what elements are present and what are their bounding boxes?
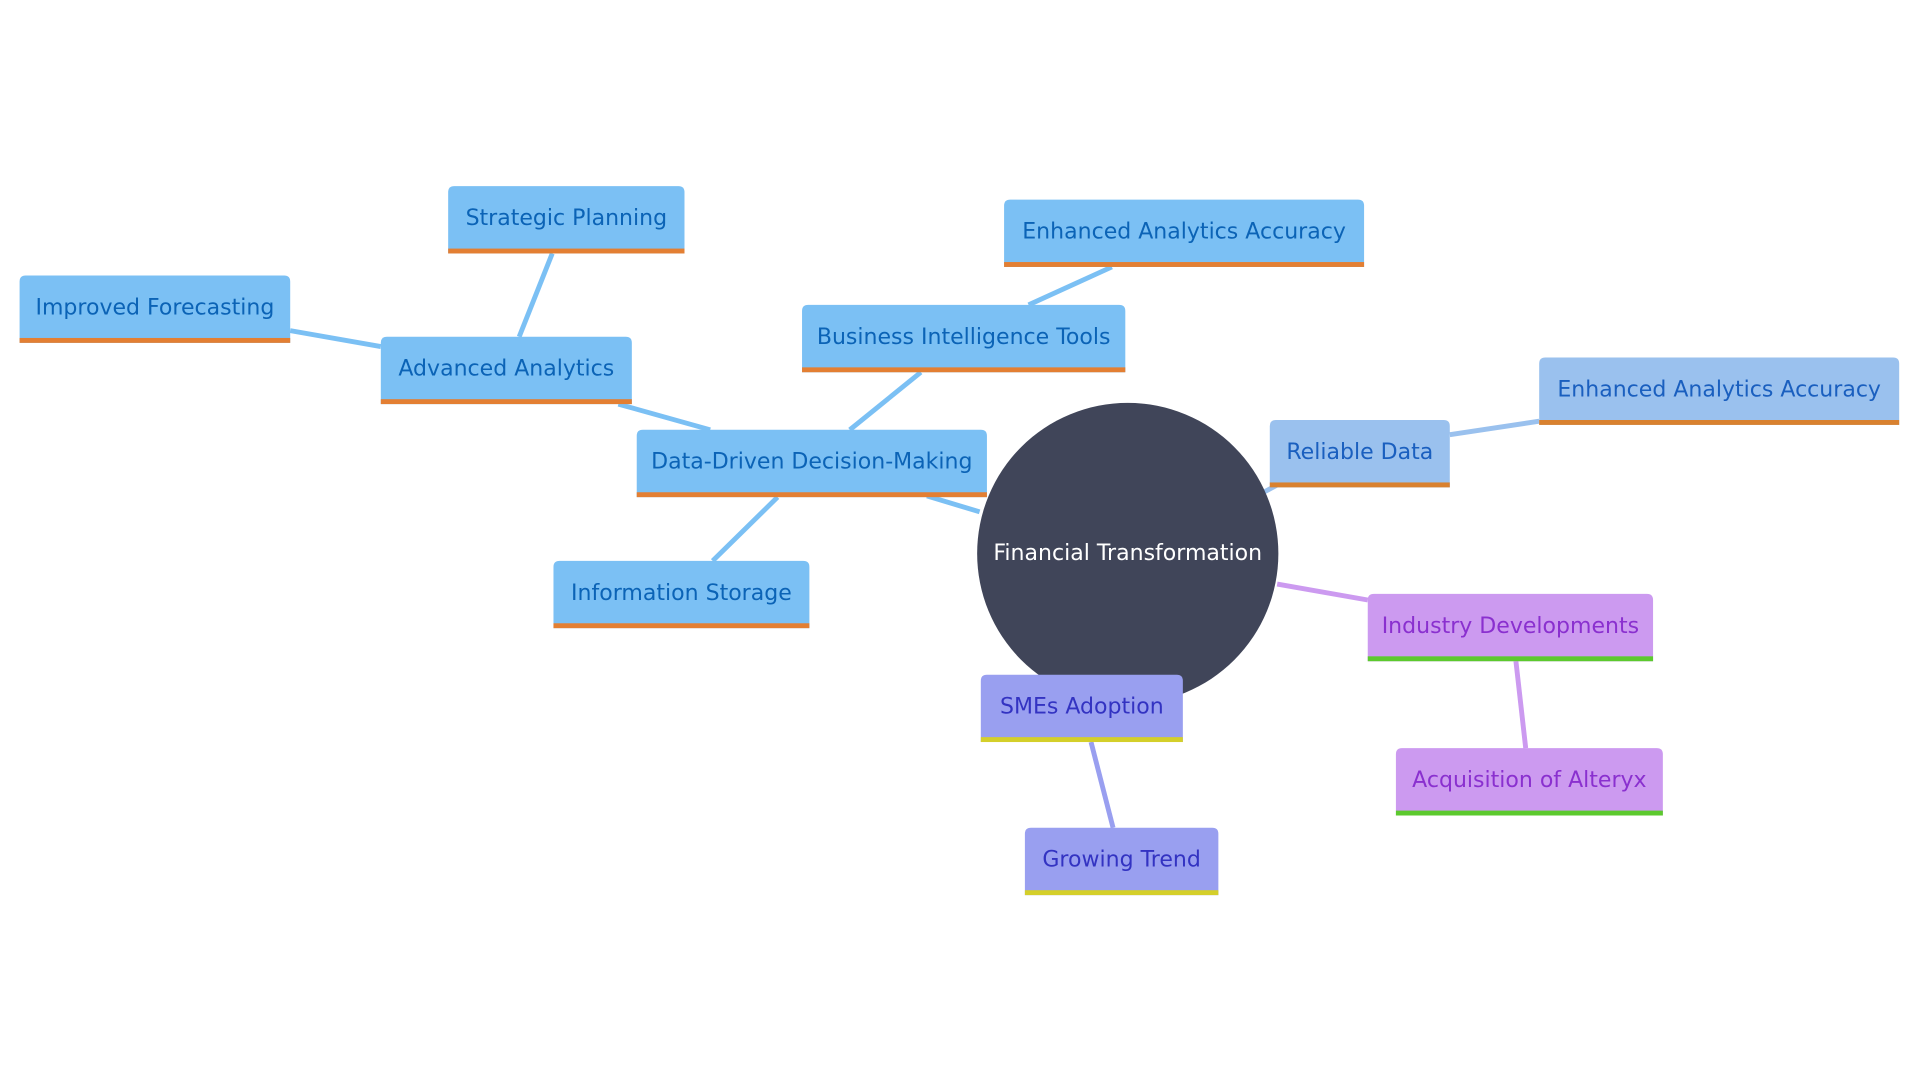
- node-underline: [553, 623, 810, 629]
- node-info[interactable]: Information Storage: [553, 560, 810, 629]
- node-label: Industry Developments: [1382, 614, 1639, 639]
- edge-smes-trend: [1088, 741, 1116, 829]
- node-label: Acquisition of Alteryx: [1412, 768, 1646, 793]
- nodes: Data-Driven Decision-Making Advanced Anal…: [19, 186, 1900, 896]
- node-dddm[interactable]: Data-Driven Decision-Making: [636, 429, 987, 498]
- node-eaa1[interactable]: Enhanced Analytics Accuracy: [1004, 199, 1365, 267]
- edge-industry-alteryx: [1513, 660, 1529, 749]
- node-label: Data-Driven Decision-Making: [651, 450, 972, 475]
- node-label: Advanced Analytics: [398, 357, 614, 382]
- node-underline: [636, 492, 987, 498]
- edge-dddm-info: [710, 495, 780, 563]
- edge-root-industry: [1276, 581, 1369, 603]
- node-forecast[interactable]: Improved Forecasting: [19, 275, 291, 343]
- node-underline: [980, 737, 1183, 743]
- node-underline: [1004, 262, 1365, 267]
- node-underline: [1395, 810, 1663, 816]
- root-node[interactable]: Financial Transformation: [977, 402, 1279, 705]
- node-underline: [1367, 656, 1654, 662]
- node-label: Strategic Planning: [466, 206, 668, 231]
- edge-adv-forecast: [289, 328, 382, 349]
- node-smes[interactable]: SMEs Adoption: [980, 674, 1183, 743]
- node-label: Information Storage: [571, 581, 792, 606]
- node-reliable[interactable]: Reliable Data: [1269, 420, 1450, 488]
- edge-dddm-adv: [617, 401, 711, 433]
- root-label: Financial Transformation: [993, 541, 1262, 566]
- edge-dddm-bi: [848, 370, 923, 432]
- node-label: Enhanced Analytics Accuracy: [1557, 378, 1881, 403]
- node-label: Business Intelligence Tools: [817, 325, 1111, 350]
- node-label: Growing Trend: [1042, 848, 1201, 873]
- node-label: Enhanced Analytics Accuracy: [1022, 220, 1346, 245]
- node-underline: [1539, 420, 1900, 425]
- node-alteryx[interactable]: Acquisition of Alteryx: [1395, 748, 1663, 816]
- edge-adv-strat: [516, 252, 555, 338]
- node-industry[interactable]: Industry Developments: [1367, 593, 1654, 662]
- edge-reliable-eaa2: [1449, 418, 1540, 438]
- node-strat[interactable]: Strategic Planning: [448, 186, 685, 254]
- node-adv[interactable]: Advanced Analytics: [380, 336, 632, 405]
- node-underline: [448, 248, 685, 254]
- node-underline: [380, 399, 632, 405]
- mindmap-canvas: Financial Transformation Data-Driven Dec…: [19, 186, 1900, 896]
- node-label: Improved Forecasting: [35, 295, 274, 320]
- node-underline: [1269, 482, 1450, 488]
- node-label: SMEs Adoption: [1000, 695, 1164, 720]
- node-underline: [1024, 890, 1219, 896]
- node-underline: [802, 367, 1126, 373]
- node-underline: [19, 337, 291, 343]
- node-bi[interactable]: Business Intelligence Tools: [802, 304, 1126, 373]
- edge-bi-eaa1: [1027, 264, 1113, 308]
- edge-root-dddm: [926, 493, 981, 515]
- node-eaa2[interactable]: Enhanced Analytics Accuracy: [1539, 357, 1900, 425]
- node-label: Reliable Data: [1286, 440, 1433, 465]
- node-trend[interactable]: Growing Trend: [1024, 827, 1219, 896]
